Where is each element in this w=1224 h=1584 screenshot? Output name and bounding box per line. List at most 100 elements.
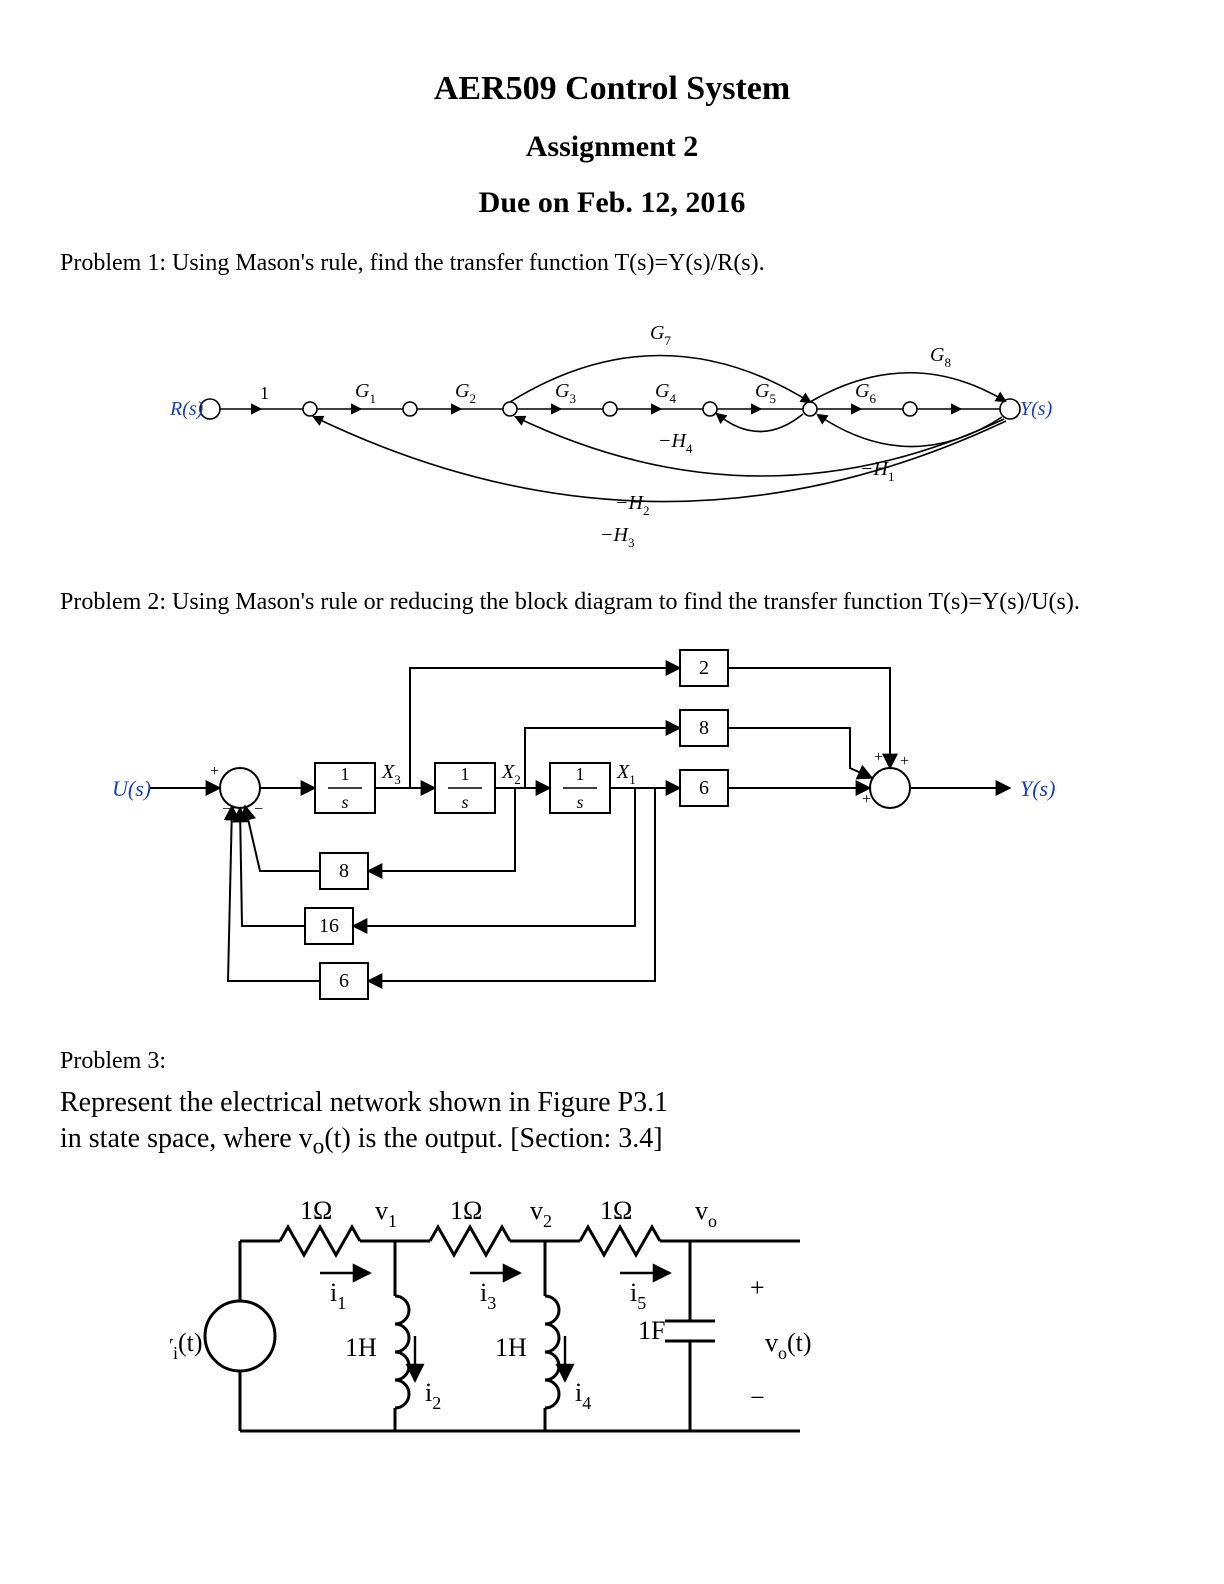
x3: X	[381, 761, 395, 783]
R1: 1Ω	[300, 1196, 332, 1225]
i1: i	[330, 1278, 337, 1307]
problem2-text: Problem 2: Using Mason's rule or reducin…	[60, 589, 1164, 616]
g4: G	[655, 380, 670, 402]
svg-text:X1: X1	[616, 761, 636, 787]
L1: 1H	[345, 1333, 377, 1362]
g4s: 4	[669, 391, 676, 406]
assignment-title: Assignment 2	[60, 130, 1164, 164]
svg-text:−H4: −H4	[658, 430, 693, 456]
g1s: 1	[369, 391, 376, 406]
problem3-circuit: 1Ω 1Ω 1Ω 1H 1H 1F v1 v2 vo i1 i2 i3 i4 i…	[170, 1181, 930, 1471]
C1: 1F	[638, 1316, 665, 1345]
g1: G	[355, 380, 370, 402]
svg-text:−H1: −H1	[860, 458, 894, 484]
sum1-m1: −	[222, 801, 231, 818]
vots: o	[778, 1343, 787, 1363]
svg-text:G5: G5	[755, 380, 776, 406]
g5: G	[755, 380, 770, 402]
fb-8: 8	[339, 860, 349, 882]
g7s: 7	[664, 333, 671, 348]
svg-text:v2: v2	[530, 1196, 552, 1231]
h2s: 2	[643, 503, 650, 518]
svg-text:vo: vo	[695, 1196, 717, 1231]
int1d: s	[341, 792, 348, 812]
Us: U(s)	[112, 776, 151, 801]
g8: G	[930, 344, 945, 366]
h4s: 4	[686, 441, 693, 456]
vo: v	[695, 1196, 708, 1225]
assignment-page: AER509 Control System Assignment 2 Due o…	[0, 0, 1224, 1584]
x1: X	[616, 761, 630, 783]
gain-8f: 8	[699, 717, 709, 739]
v1: v	[375, 1196, 388, 1225]
svg-text:G6: G6	[855, 380, 876, 406]
g5s: 5	[769, 391, 776, 406]
g3: G	[555, 380, 570, 402]
v2: v	[530, 1196, 543, 1225]
svg-text:vi(t): vi(t)	[170, 1328, 203, 1363]
problem3-line1: Represent the electrical network shown i…	[60, 1087, 1164, 1119]
i4s: 4	[582, 1393, 591, 1413]
i2s: 2	[432, 1393, 441, 1413]
int2n: 1	[461, 764, 470, 784]
fb-16: 16	[319, 915, 339, 937]
int2d: s	[461, 792, 468, 812]
int3d: s	[576, 792, 583, 812]
svg-text:i2: i2	[425, 1378, 441, 1413]
svg-text:vo(t): vo(t)	[765, 1328, 812, 1363]
svg-text:G4: G4	[655, 380, 676, 406]
svg-text:X2: X2	[501, 761, 521, 787]
vo-plus: +	[750, 1273, 765, 1302]
sum1-m2: −	[238, 807, 247, 824]
x2s: 2	[514, 772, 521, 787]
svg-text:i4: i4	[575, 1378, 591, 1413]
h1s: 1	[888, 469, 895, 484]
L2: 1H	[495, 1333, 527, 1362]
vo-minus: −	[750, 1383, 765, 1412]
svg-text:−H3: −H3	[600, 524, 634, 549]
R2: 1Ω	[450, 1196, 482, 1225]
problem3-line2: in state space, where vo(t) is the outpu…	[60, 1123, 1164, 1161]
problem1-text: Problem 1: Using Mason's rule, find the …	[60, 250, 1164, 277]
vitb: (t)	[178, 1328, 203, 1357]
vot: v	[765, 1328, 778, 1357]
i4: i	[575, 1378, 582, 1407]
i3s: 3	[487, 1293, 496, 1313]
svg-text:i3: i3	[480, 1278, 496, 1313]
svg-text:i1: i1	[330, 1278, 346, 1313]
i5: i	[630, 1278, 637, 1307]
svg-text:G3: G3	[555, 380, 576, 406]
sum2-p1: +	[874, 749, 883, 766]
due-date: Due on Feb. 12, 2016	[60, 186, 1164, 220]
g2s: 2	[469, 391, 476, 406]
i1s: 1	[337, 1293, 346, 1313]
v2s: 2	[543, 1211, 552, 1231]
g6s: 6	[869, 391, 876, 406]
sum1-plus: +	[210, 763, 219, 780]
g3s: 3	[569, 391, 576, 406]
svg-text:G2: G2	[455, 380, 476, 406]
label-one: 1	[260, 383, 269, 403]
gain-2: 2	[699, 657, 709, 679]
h2: −H	[615, 492, 644, 514]
svg-text:G8: G8	[930, 344, 951, 370]
gain-6f: 6	[699, 777, 709, 799]
svg-text:G1: G1	[355, 380, 376, 406]
g2: G	[455, 380, 470, 402]
i5s: 5	[637, 1293, 646, 1313]
g7: G	[650, 322, 665, 344]
svg-text:G7: G7	[650, 322, 671, 348]
g6: G	[855, 380, 870, 402]
int3n: 1	[576, 764, 585, 784]
label-Ys: Y(s)	[1020, 398, 1053, 420]
i2: i	[425, 1378, 432, 1407]
x1s: 1	[629, 772, 636, 787]
x3s: 3	[394, 772, 401, 787]
int1n: 1	[341, 764, 350, 784]
v1s: 1	[388, 1211, 397, 1231]
problem1-flowgraph: R(s) Y(s) 1 G1 G2 G3 G4 G5 G6 G7 G8 −H4 …	[80, 289, 1140, 549]
sum2-p2: +	[900, 753, 909, 770]
h3s: 3	[628, 535, 635, 549]
sum1-m3: −	[254, 801, 263, 818]
fb-6: 6	[339, 970, 349, 992]
